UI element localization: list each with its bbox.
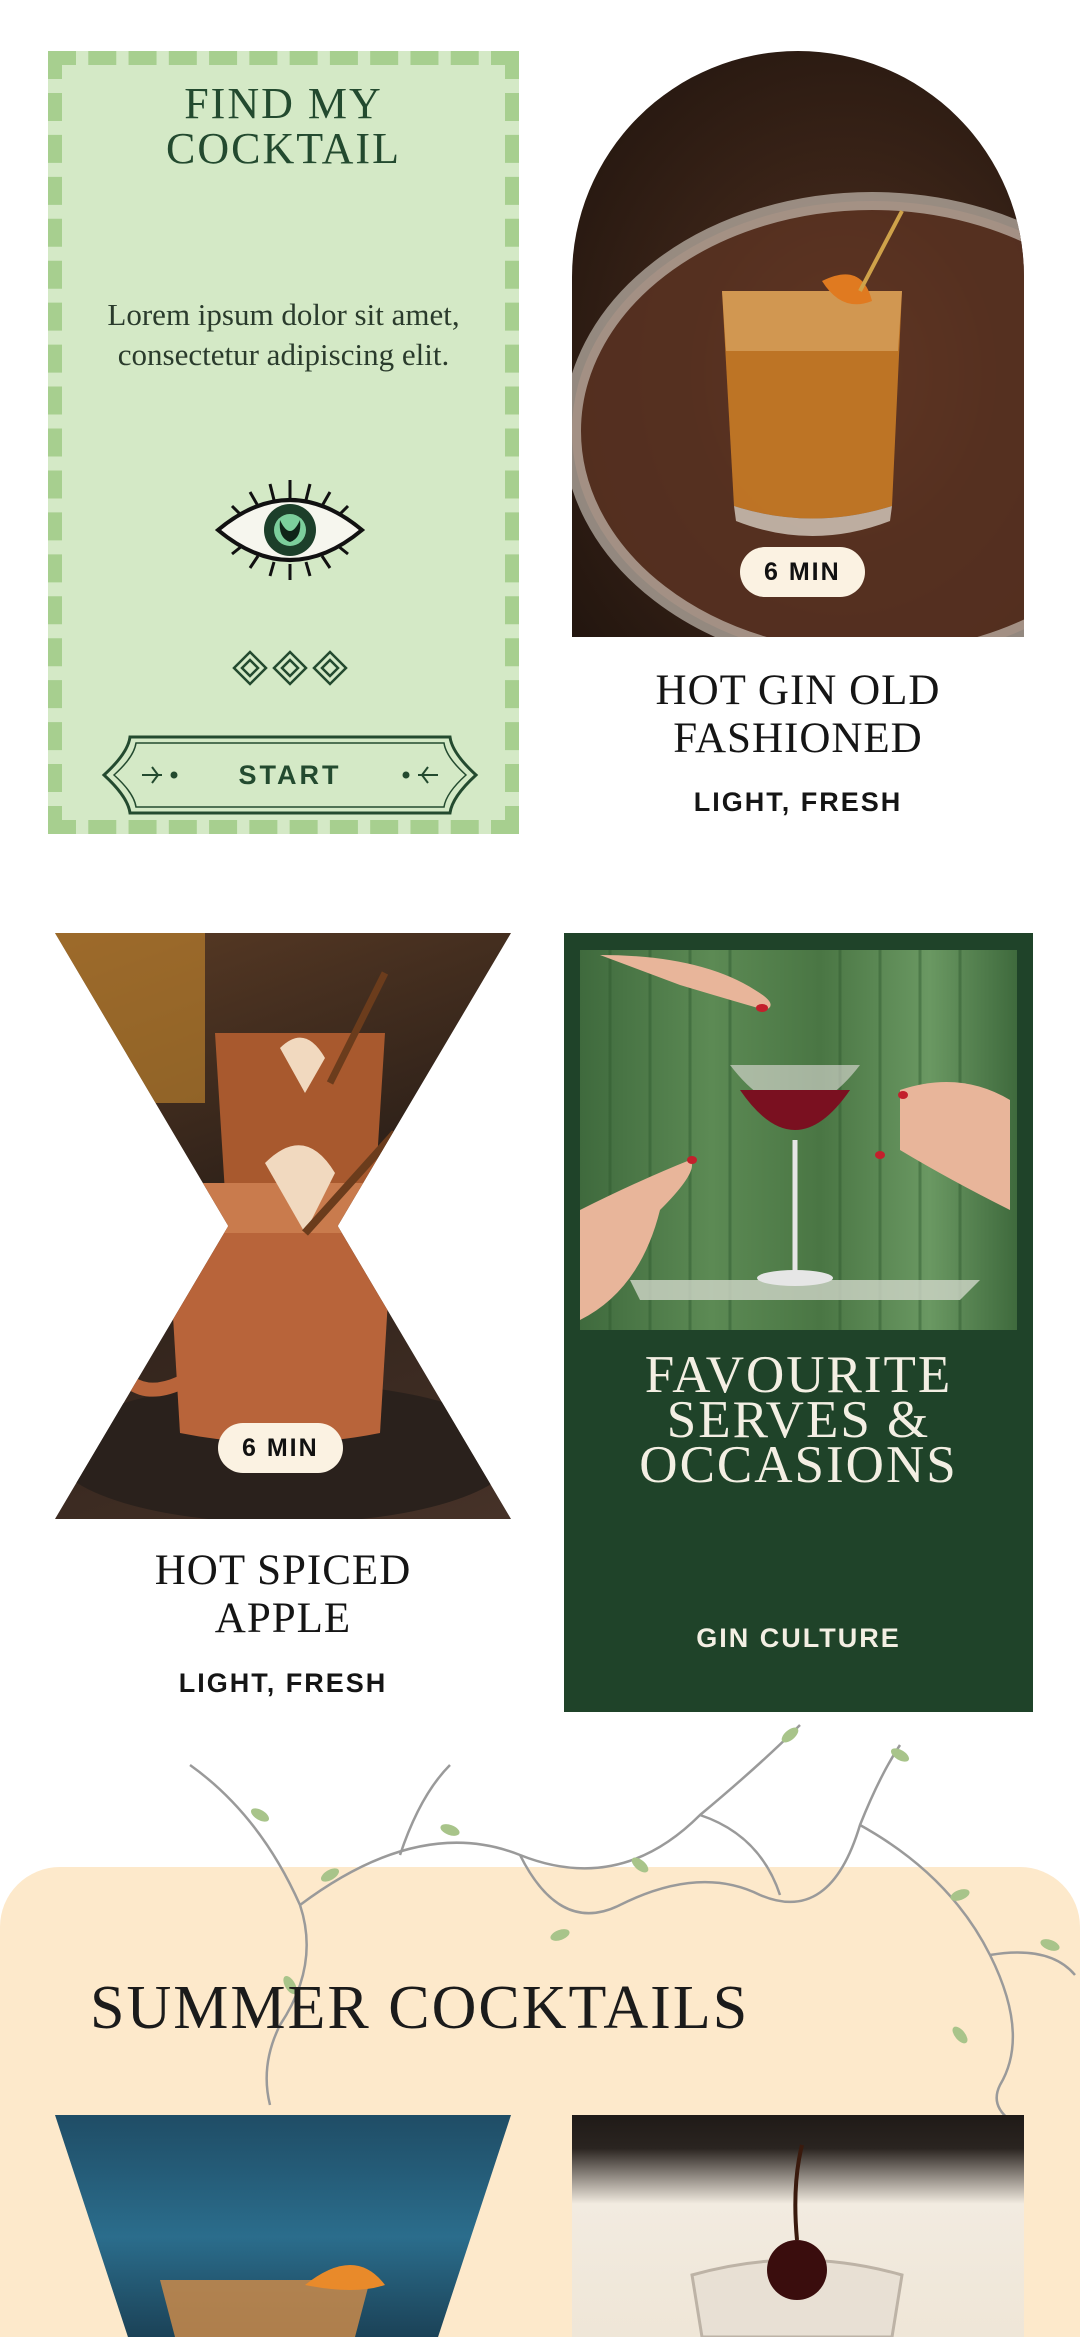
summer-cocktail-image[interactable] <box>572 2115 1024 2337</box>
product-title[interactable]: HOT GIN OLD FASHIONED <box>572 667 1024 763</box>
start-button-label: START <box>238 759 342 790</box>
finder-title-line1: FIND MY <box>184 79 383 128</box>
product-subtitle: LIGHT, FRESH <box>693 787 903 817</box>
product-subtitle: LIGHT, FRESH <box>178 1668 388 1698</box>
duration-badge: 6 MIN <box>218 1423 343 1473</box>
diamond-ornament-icon <box>232 650 348 686</box>
finder-description: Lorem ipsum dolor sit amet, consectetur … <box>82 295 485 375</box>
gin-culture-promo-card[interactable]: FAVOURITE SERVES & OCCASIONS GIN CULTURE <box>564 933 1033 1712</box>
finder-title-line2: COCKTAIL <box>166 124 401 173</box>
section-title: SUMMER COCKTAILS <box>90 1974 750 2042</box>
product-title-line2: APPLE <box>214 1595 352 1642</box>
summer-cocktail-image[interactable] <box>55 2115 511 2337</box>
product-title-line1: HOT SPICED <box>154 1547 412 1594</box>
duration-text: 6 MIN <box>242 1434 319 1462</box>
product-title-line2: FASHIONED <box>673 715 923 762</box>
promo-title: FAVOURITE SERVES & OCCASIONS <box>564 1349 1033 1494</box>
product-title-line1: HOT GIN OLD <box>655 667 941 714</box>
find-my-cocktail-card: FIND MY COCKTAIL Lorem ipsum dolor sit a… <box>48 51 519 834</box>
finder-desc-line1: Lorem ipsum dolor sit amet, <box>107 297 460 332</box>
product-title[interactable]: HOT SPICED APPLE <box>55 1547 511 1643</box>
finder-title: FIND MY COCKTAIL <box>62 81 505 171</box>
promo-image <box>580 950 1017 1330</box>
hot-spiced-apple-image[interactable]: 6 MIN <box>55 933 511 1519</box>
duration-badge: 6 MIN <box>740 547 865 597</box>
hot-gin-old-fashioned-image[interactable]: 6 MIN <box>572 51 1024 637</box>
finder-desc-line2: consectetur adipiscing elit. <box>117 337 450 372</box>
start-button[interactable]: START <box>100 733 480 817</box>
promo-category-tag: GIN CULTURE <box>696 1623 901 1653</box>
promo-title-line3: OCCASIONS <box>639 1436 958 1494</box>
evil-eye-icon <box>214 480 366 580</box>
duration-text: 6 MIN <box>764 558 841 586</box>
